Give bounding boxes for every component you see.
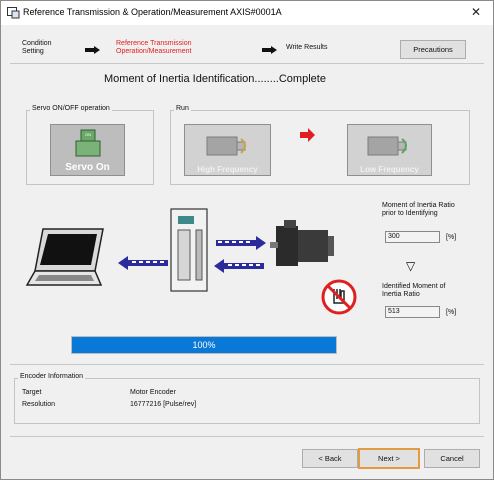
target-value: Motor Encoder [130, 389, 176, 396]
run-group-label: Run [174, 105, 191, 112]
resolution-value: 16777216 [Pulse/rev] [130, 401, 197, 408]
divider [10, 436, 484, 437]
divider [10, 63, 484, 64]
data-arrow-left-icon [118, 256, 168, 270]
motor-icon [206, 136, 246, 156]
step-write-results: Write Results [286, 44, 328, 51]
cancel-button[interactable]: Cancel [424, 449, 480, 468]
encoder-group [14, 378, 480, 424]
ratio-before-field: 300 [385, 231, 440, 243]
laptop-icon [25, 228, 104, 286]
back-button[interactable]: < Back [302, 449, 358, 468]
motor-icon [367, 136, 407, 156]
step-reference-transmission: Reference Transmission Operation/Measure… [116, 40, 192, 55]
low-frequency-label: Low Frequency [360, 165, 419, 174]
ratio-before-unit: [%] [446, 234, 457, 241]
step-arrow-icon [262, 46, 277, 54]
no-touch-icon [321, 279, 357, 315]
data-arrow-left-icon [214, 259, 264, 273]
ratio-before-label: Moment of Inertia Ratio prior to Identif… [382, 202, 455, 217]
ratio-after-unit: [%] [446, 309, 457, 316]
progress-bar: 100% [71, 336, 337, 354]
step-condition-setting: Condition Setting [22, 40, 52, 55]
servo-on-label: Servo On [65, 162, 110, 173]
switch-label: ON [85, 132, 91, 137]
servo-motor-icon [270, 220, 334, 266]
target-label: Target [22, 389, 42, 396]
down-arrow-icon: ▽ [406, 259, 416, 273]
divider [10, 364, 484, 365]
status-text: Moment of Inertia Identification........… [104, 73, 326, 85]
high-frequency-label: High Frequency [197, 165, 258, 174]
ratio-after-label: Identified Moment of Inertia Ratio [382, 283, 446, 298]
next-button[interactable]: Next > [358, 448, 420, 469]
app-icon [7, 7, 20, 19]
data-arrow-right-icon [216, 236, 266, 250]
progress-label: 100% [192, 340, 216, 350]
encoder-group-label: Encoder Information [18, 373, 86, 380]
servo-drive-icon [170, 208, 208, 292]
close-icon[interactable]: ✕ [471, 5, 481, 19]
ratio-after-field: 513 [385, 306, 440, 318]
step-arrow-icon [85, 46, 100, 54]
resolution-label: Resolution [22, 401, 56, 408]
precautions-button[interactable]: Precautions [400, 40, 466, 59]
high-frequency-button[interactable]: High Frequency [184, 124, 271, 176]
title-bar: Reference Transmission & Operation/Measu… [1, 1, 493, 25]
servo-on-button[interactable]: ON Servo On [50, 124, 125, 176]
low-frequency-button[interactable]: Low Frequency [347, 124, 432, 176]
run-arrow-icon [300, 128, 315, 142]
servo-group-label: Servo ON/OFF operation [30, 105, 112, 112]
window-title: Reference Transmission & Operation/Measu… [23, 7, 282, 17]
